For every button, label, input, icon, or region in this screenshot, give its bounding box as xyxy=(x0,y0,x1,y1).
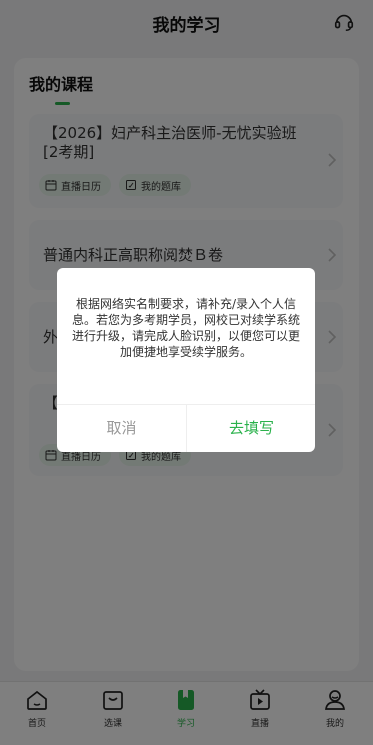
dialog-message: 根据网络实名制要求，请补充/录入个人信息。若您为多考期学员，网校已对续学系统进行… xyxy=(71,297,300,359)
real-name-dialog: 根据网络实名制要求，请补充/录入个人信息。若您为多考期学员，网校已对续学系统进行… xyxy=(57,268,315,452)
fill-in-button[interactable]: 去填写 xyxy=(187,405,315,452)
cancel-button[interactable]: 取消 xyxy=(57,405,186,452)
